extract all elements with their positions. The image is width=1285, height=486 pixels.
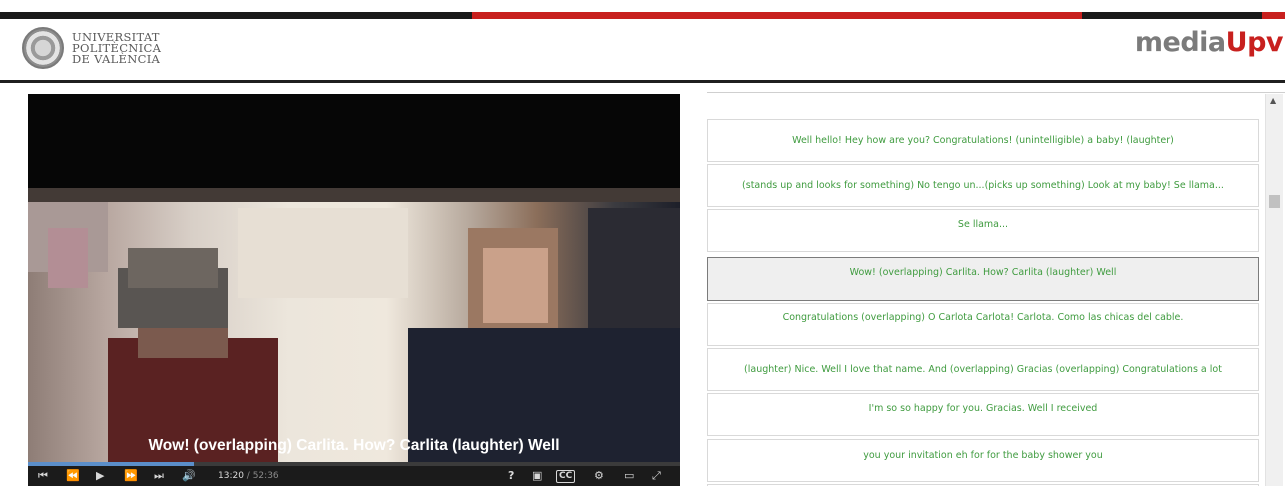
duration: 52:36 bbox=[252, 471, 279, 481]
segment-text: Well hello! Hey how are you? Congratulat… bbox=[792, 135, 1174, 146]
transcript-panel[interactable]: Well hello! Hey how are you? Congratulat… bbox=[707, 94, 1265, 486]
segment-text: (laughter) Nice. Well I love that name. … bbox=[744, 364, 1222, 375]
video-frame[interactable] bbox=[28, 188, 680, 478]
header-divider bbox=[0, 80, 1285, 83]
university-logo[interactable]: UNIVERSITAT POLITÈCNICA DE VALÈNCIA bbox=[22, 27, 161, 69]
transcript-segment-active[interactable]: Wow! (overlapping) Carlita. How? Carlita… bbox=[707, 257, 1259, 301]
rewind-icon[interactable]: ⏪ bbox=[66, 469, 80, 483]
transcript-segment[interactable]: Congratulations (overlapping) O Carlota … bbox=[707, 303, 1259, 346]
video-player[interactable]: Wow! (overlapping) Carlita. How? Carlita… bbox=[28, 94, 680, 486]
university-name-line: DE VALÈNCIA bbox=[72, 51, 161, 66]
transcript-icon[interactable]: ▣ bbox=[532, 469, 542, 483]
caption-text: Wow! (overlapping) Carlita. How? Carlita… bbox=[148, 437, 560, 454]
transcript-segment[interactable]: (laughter) Nice. Well I love that name. … bbox=[707, 348, 1259, 391]
captions-icon[interactable]: CC bbox=[556, 470, 576, 483]
media-upv-logo[interactable]: mediaUpv bbox=[1134, 27, 1284, 58]
transcript-segment[interactable]: Well hello! Hey how are you? Congratulat… bbox=[707, 119, 1259, 162]
scroll-up-icon[interactable]: ▲ bbox=[1270, 96, 1276, 105]
player-controls: ⏮ ⏪ ▶ ⏩ ⏭ 🔊 13:20 / 52:36 ? ▣ CC ⚙ ▭ ⤢ bbox=[28, 466, 680, 486]
forward-icon[interactable]: ⏩ bbox=[124, 469, 138, 483]
media-logo-prefix: media bbox=[1134, 27, 1226, 58]
media-logo-suffix: Upv bbox=[1225, 27, 1284, 58]
scrollbar-thumb[interactable] bbox=[1269, 195, 1280, 208]
segment-text: you your invitation eh for for the baby … bbox=[863, 450, 1103, 461]
volume-icon[interactable]: 🔊 bbox=[182, 469, 196, 483]
current-time: 13:20 bbox=[218, 471, 244, 481]
university-seal-icon bbox=[22, 27, 64, 69]
transcript-top-border bbox=[707, 92, 1285, 93]
transcript-segment[interactable]: Se llama... bbox=[707, 209, 1259, 252]
help-icon[interactable]: ? bbox=[508, 469, 514, 483]
segment-text: Congratulations (overlapping) O Carlota … bbox=[782, 312, 1184, 323]
time-display: 13:20 / 52:36 bbox=[218, 471, 279, 481]
skip-back-icon[interactable]: ⏮ bbox=[38, 469, 48, 483]
transcript-scrollbar[interactable]: ▲ bbox=[1265, 94, 1283, 486]
play-icon[interactable]: ▶ bbox=[96, 469, 104, 483]
transcript-segment[interactable]: you your invitation eh for for the baby … bbox=[707, 439, 1259, 482]
fullscreen-icon[interactable]: ⤢ bbox=[652, 469, 661, 483]
time-separator: / bbox=[243, 471, 253, 481]
segment-text: Se llama... bbox=[957, 219, 1009, 230]
settings-icon[interactable]: ⚙ bbox=[594, 469, 604, 483]
university-name: UNIVERSITAT POLITÈCNICA DE VALÈNCIA bbox=[72, 31, 161, 66]
transcript-segment[interactable]: I'm so so happy for you. Gracias. Well I… bbox=[707, 393, 1259, 436]
site-header: UNIVERSITAT POLITÈCNICA DE VALÈNCIA medi… bbox=[0, 20, 1285, 80]
top-color-strip bbox=[0, 0, 1285, 20]
skip-forward-icon[interactable]: ⏭ bbox=[154, 469, 164, 483]
transcript-segment[interactable]: (stands up and looks for something) No t… bbox=[707, 164, 1259, 207]
segment-text: (stands up and looks for something) No t… bbox=[742, 180, 1224, 191]
segment-text: I'm so so happy for you. Gracias. Well I… bbox=[868, 403, 1098, 414]
segment-text: Wow! (overlapping) Carlita. How? Carlita… bbox=[849, 267, 1117, 278]
layout-icon[interactable]: ▭ bbox=[624, 469, 634, 483]
